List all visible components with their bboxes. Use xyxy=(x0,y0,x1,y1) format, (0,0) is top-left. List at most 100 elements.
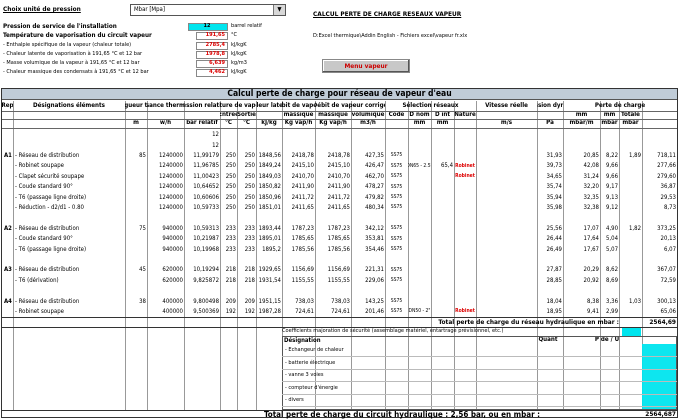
column-unit: w/h xyxy=(159,119,172,127)
equipment-item: - compteur d'énergie xyxy=(285,384,338,391)
cell-pd: 42,08 xyxy=(583,162,599,170)
cell-cl: 1929,65 xyxy=(258,266,281,274)
column-subheader: Sortie xyxy=(237,111,256,118)
cell-pr: 9,800498 xyxy=(193,297,219,305)
cell-pow: 1240000 xyxy=(158,203,183,211)
param-unit: kJ/kgK xyxy=(231,42,247,48)
cell-pd: 20,29 xyxy=(583,266,599,274)
cell-k: 5,07 xyxy=(605,245,618,253)
cell-cl: 1895,01 xyxy=(258,235,281,243)
cell-cl: 1850,82 xyxy=(258,183,281,191)
cell-des: - Réduction - d2/d1 - 0.80 xyxy=(15,203,84,211)
cell-v: 35,94 xyxy=(546,193,562,201)
table-row xyxy=(2,255,677,265)
cell-te: 192 xyxy=(225,307,236,315)
cell-pt: 279,60 xyxy=(657,172,676,180)
cell-cl: 1931,54 xyxy=(258,276,281,284)
row-divider xyxy=(2,111,677,112)
chevron-down-icon[interactable]: ▼ xyxy=(273,5,285,15)
cell-k: 2,99 xyxy=(605,307,618,315)
unit-select[interactable]: Mbar [Mpa] ▼ xyxy=(130,4,286,16)
column-header: Pression dynami xyxy=(537,101,563,109)
cell-des: - T6 (passage ligne droite) xyxy=(15,193,87,201)
cell-des: - Clapet sécurité soupape xyxy=(15,172,85,180)
cell-pt: 36,87 xyxy=(660,183,676,191)
cell-len: 75 xyxy=(139,224,146,232)
cell-cl: 1850,96 xyxy=(258,193,281,201)
cell-te: 233 xyxy=(225,224,236,232)
param-value: 2785,4 xyxy=(196,42,228,50)
equipment-item: - vanne 3 voies xyxy=(285,372,324,379)
cell-dmc: 724,61 xyxy=(331,307,350,315)
cell-des: - T6 (passage ligne droite) xyxy=(15,245,87,253)
cell-dv: 479,82 xyxy=(365,193,384,201)
cell-pr: 11,99179 xyxy=(193,151,219,159)
cell-code: SS75 xyxy=(390,246,403,253)
cell-dv: 462,70 xyxy=(365,172,384,180)
cell-dm: 1785,65 xyxy=(291,235,314,243)
pressure-input[interactable]: 12 xyxy=(188,23,228,31)
cell-des: - Coude standard 90° xyxy=(15,235,73,243)
cell-k: 4,90 xyxy=(605,224,618,232)
cell-te: 233 xyxy=(225,235,236,243)
menu-vapeur-button[interactable]: Menu vapeur xyxy=(322,59,410,73)
cell-te: 209 xyxy=(225,297,236,305)
column-subheader: mm xyxy=(603,111,616,118)
cell-dm: 2411,65 xyxy=(291,203,314,211)
column-subheader: massique xyxy=(318,111,348,118)
cell-dm: 1156,69 xyxy=(291,266,314,274)
row-divider xyxy=(282,381,677,382)
cell-dmc: 1787,23 xyxy=(327,224,350,232)
param-value: 6,639 xyxy=(196,60,228,68)
cell-te: 218 xyxy=(225,266,236,274)
cell-dv: 229,06 xyxy=(365,276,384,284)
cell-k: 9,66 xyxy=(605,162,618,170)
unit-label: Choix unité de pression xyxy=(3,5,81,13)
column-subheader: Code xyxy=(388,111,405,118)
cell-dmc: 2411,72 xyxy=(327,193,350,201)
cell-ts: 218 xyxy=(244,266,255,274)
table-row xyxy=(2,213,677,223)
cell-dmc: 2418,78 xyxy=(327,151,350,159)
cell-dn: DN65 - 2.5" xyxy=(408,162,431,169)
column-header: Perte de charge xyxy=(594,101,646,109)
cell-cl: 1893,44 xyxy=(258,224,281,232)
cell-pr: 11,96785 xyxy=(193,162,219,170)
cell-pc: 1,89 xyxy=(628,151,641,159)
cell-dmc: 2411,65 xyxy=(327,203,350,211)
cell-pow: 940000 xyxy=(162,245,183,253)
cell-pt: 29,53 xyxy=(660,193,676,201)
cell-dmc: 2415,10 xyxy=(327,162,350,170)
cell-des: - Robinet soupape xyxy=(15,162,64,170)
cell-k: 8,62 xyxy=(605,266,618,274)
column-header: Débit de vapeur corrigé xyxy=(315,101,385,109)
coef-input[interactable] xyxy=(622,328,641,336)
column-subheader: D int xyxy=(434,111,451,118)
cell-pt: 72,59 xyxy=(660,276,676,284)
cell-dv: 143,25 xyxy=(365,297,384,305)
cell-pd: 9,41 xyxy=(586,307,599,315)
cell-pd: 32,35 xyxy=(583,193,599,201)
cell-code: SS75 xyxy=(390,266,403,273)
cell-pr: 12 xyxy=(212,131,219,139)
cell-k: 9,66 xyxy=(605,172,618,180)
cell-te: 250 xyxy=(225,151,236,159)
cell-pt: 65,06 xyxy=(660,307,676,315)
coef-label: Coefficients majoration de sécurité (ass… xyxy=(282,328,504,335)
column-header: Débit de vapeur xyxy=(282,101,315,109)
page-title: CALCUL PERTE DE CHARGE RESEAUX VAPEUR xyxy=(313,10,462,18)
table-row xyxy=(2,286,677,296)
cell-code: SS75 xyxy=(390,173,403,180)
cell-code: SS75 xyxy=(390,235,403,242)
cell-pr: 10,59313 xyxy=(193,224,219,232)
cell-v: 34,65 xyxy=(546,172,562,180)
equipment-item: - divers xyxy=(285,397,304,404)
cell-v: 31,93 xyxy=(546,151,562,159)
cell-pt: 373,25 xyxy=(657,224,676,232)
cell-pt: 20,13 xyxy=(660,235,676,243)
cell-pc: 1,03 xyxy=(628,297,641,305)
cell-pr: 9,500369 xyxy=(193,307,219,315)
cell-cl: 1851,01 xyxy=(258,203,281,211)
column-unit: mm xyxy=(413,119,426,127)
cell-cl: 1849,03 xyxy=(258,172,281,180)
